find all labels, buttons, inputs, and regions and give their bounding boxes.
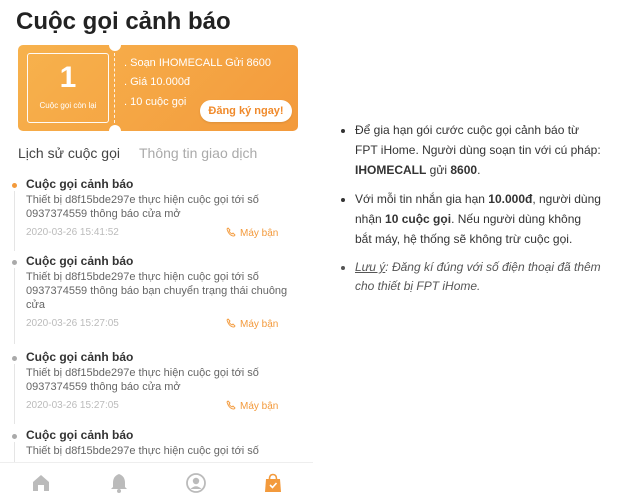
list-item[interactable]: Cuộc gọi cảnh báo Thiết bị d8f15bde297e … [0, 350, 313, 424]
bottom-nav [0, 462, 313, 500]
item-description: Thiết bị d8f15bde297e thực hiện cuộc gọi… [26, 271, 288, 311]
list-item[interactable]: Cuộc gọi cảnh báo Thiết bị d8f15bde297e … [0, 177, 313, 251]
item-timestamp: 2020-03-26 15:27:05 [26, 400, 119, 411]
home-icon[interactable] [30, 472, 52, 494]
item-status-label: Máy bận [240, 401, 279, 412]
timeline-line [14, 191, 15, 251]
item-status: Máy bận [226, 400, 278, 412]
item-title: Cuộc gọi cảnh báo [26, 428, 134, 442]
tab-transaction-info[interactable]: Thông tin giao dịch [139, 145, 257, 161]
ticket-line-price: . Giá 10.000đ [124, 76, 191, 88]
ticket-line-calls: . 10 cuộc gọi [124, 96, 187, 108]
list-item[interactable]: Cuộc gọi cảnh báo Thiết bị d8f15bde297e … [0, 254, 313, 344]
timeline-line [14, 364, 15, 424]
remaining-calls-box: 1 Cuộc gọi còn lại [27, 53, 109, 123]
price-value: 10.000đ [488, 192, 533, 206]
phone-screen: Cuộc gọi cảnh báo 1 Cuộc gọi còn lại . S… [0, 0, 313, 500]
syntax-number: 8600 [450, 163, 478, 177]
shopping-bag-icon[interactable] [262, 472, 284, 494]
item-title: Cuộc gọi cảnh báo [26, 254, 134, 268]
info-list: Để gia hạn gói cước cuộc gọi cảnh báo từ… [341, 120, 601, 296]
note-label: Lưu ý [355, 260, 386, 274]
info-panel: Để gia hạn gói cước cuộc gọi cảnh báo từ… [341, 120, 601, 305]
remaining-calls-label: Cuộc gọi còn lại [39, 101, 97, 110]
item-status: Máy bận [226, 318, 278, 330]
ticket-notch-top [109, 45, 121, 51]
item-timestamp: 2020-03-26 15:27:05 [26, 318, 119, 329]
item-description: Thiết bị d8f15bde297e thực hiện cuộc gọi… [26, 194, 259, 220]
tab-call-history[interactable]: Lịch sử cuộc gọi [18, 145, 120, 161]
item-timestamp: 2020-03-26 15:41:52 [26, 227, 119, 238]
phone-busy-icon [226, 227, 236, 237]
item-description: Thiết bị d8f15bde297e thực hiện cuộc gọi… [26, 367, 259, 393]
register-now-button[interactable]: Đăng ký ngay! [200, 100, 292, 122]
phone-busy-icon [226, 318, 236, 328]
item-title: Cuộc gọi cảnh báo [26, 177, 134, 191]
info-pricing: Với mỗi tin nhắn gia hạn 10.000đ, người … [355, 189, 601, 249]
timeline-dot [12, 434, 17, 439]
item-description: Thiết bị d8f15bde297e thực hiện cuộc gọi… [26, 445, 259, 457]
ticket-divider [114, 53, 115, 123]
phone-busy-icon [226, 400, 236, 410]
profile-icon[interactable] [185, 472, 207, 494]
ticket-line-syntax: . Soạn IHOMECALL Gửi 8600 [124, 57, 271, 69]
timeline-dot [12, 260, 17, 265]
info-note: Lưu ý: Đăng kí đúng với số điện thoại đã… [355, 258, 601, 296]
timeline-dot-active [12, 183, 17, 188]
syntax-keyword: IHOMECALL [355, 163, 427, 177]
item-status: Máy bận [226, 227, 278, 239]
ticket-notch-bottom [109, 125, 121, 131]
item-status-label: Máy bận [240, 228, 279, 239]
timeline-dot [12, 356, 17, 361]
item-status-label: Máy bận [240, 319, 279, 330]
call-package-ticket: 1 Cuộc gọi còn lại . Soạn IHOMECALL Gửi … [18, 45, 298, 131]
page-title: Cuộc gọi cảnh báo [16, 8, 231, 35]
info-renewal-syntax: Để gia hạn gói cước cuộc gọi cảnh báo từ… [355, 120, 601, 180]
item-title: Cuộc gọi cảnh báo [26, 350, 134, 364]
calls-value: 10 cuộc gọi [385, 212, 452, 226]
bell-icon[interactable] [108, 472, 130, 494]
timeline-line [14, 268, 15, 344]
remaining-calls-count: 1 [59, 61, 77, 94]
